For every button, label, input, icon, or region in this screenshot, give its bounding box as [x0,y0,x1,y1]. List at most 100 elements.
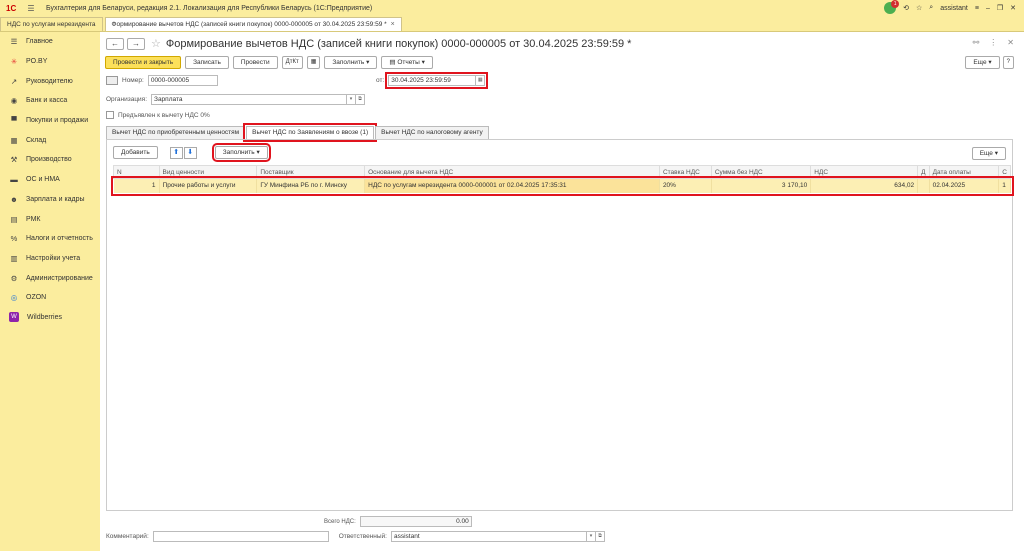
sidebar-item-ozon[interactable]: ◎ OZON [0,288,100,308]
app-logo: 1С [6,3,17,13]
favorites-icon[interactable]: ☆ [916,4,922,12]
add-button[interactable]: Добавить [113,146,158,159]
menu-icon[interactable]: ☰ [24,4,38,13]
history-icon[interactable]: ⟲ [903,4,909,12]
tab-nonresident-vat[interactable]: НДС по услугам нерезидента [0,17,103,31]
responsible-field: assistant ▾ ⧉ [390,531,605,542]
sidebar-item-production[interactable]: ⚒ Производство [0,150,100,170]
cell-rate[interactable]: 20% [659,178,712,193]
report-icon: ▤ [389,59,396,66]
dropdown-icon[interactable]: ▾ [586,531,596,542]
date-input[interactable]: 30.04.2025 23:59:59 [388,75,477,86]
sidebar-item-accounting-settings[interactable]: ▥ Настройки учета [0,249,100,269]
col-amount[interactable]: Сумма без НДС [710,165,812,179]
fill-menu-button[interactable]: Заполнить ▾ [324,56,378,69]
sidebar-item-taxes[interactable]: % Налоги и отчетность [0,229,100,249]
structure-icon[interactable]: ▦ [306,56,321,69]
more-button[interactable]: Еще ▾ [965,56,1000,69]
link-icon[interactable]: ⚯ [973,38,980,47]
col-d[interactable]: Д [917,165,930,179]
search-icon[interactable]: ⌕ [929,4,933,12]
percent-icon: % [10,234,18,244]
back-button[interactable]: ← [106,37,124,50]
title-bar: 1С ☰ Бухгалтерия для Беларуси, редакция … [0,0,1024,17]
sidebar-item-wildberries[interactable]: W Wildberries [0,308,100,328]
dt-kt-icon[interactable]: ДтКт [281,56,303,69]
notification-icon[interactable]: 1 [884,0,900,14]
col-kind[interactable]: Вид ценности [158,165,258,179]
fill-table-button[interactable]: Заполнить ▾ [211,143,271,162]
calendar-icon[interactable]: ▦ [476,75,486,86]
cell-amount[interactable]: 3 170,10 [711,178,812,193]
tab-close-icon[interactable]: × [391,18,395,31]
page-title: Формирование вычетов НДС (записей книги … [165,37,632,50]
col-supplier[interactable]: Поставщик [256,165,366,179]
user-name[interactable]: assistant [940,5,968,12]
save-button[interactable]: Записать [185,56,229,69]
restore-icon[interactable]: ❐ [997,4,1003,12]
move-down-icon[interactable]: ⬇ [183,146,197,159]
close-icon[interactable]: ✕ [1010,4,1016,12]
dropdown-icon[interactable]: ▾ [347,94,357,105]
tab-import-declarations[interactable]: Вычет НДС по Заявлениям о ввозе (1) [243,123,378,142]
minimize-icon[interactable]: – [986,5,990,12]
favorite-star-icon[interactable]: ☆ [151,37,161,50]
cell-basis[interactable]: НДС по услугам нерезидента 0000-000001 о… [364,178,660,193]
app-title: Бухгалтерия для Беларуси, редакция 2.1. … [46,5,373,12]
number-label: Номер: [122,77,144,84]
cart-icon: ▀ [11,116,17,126]
cell-n[interactable]: 1 [113,178,160,193]
close-form-icon[interactable]: ✕ [1007,38,1014,47]
table-more-button[interactable]: Еще ▾ [971,147,1006,160]
cell-c[interactable]: 1 [998,178,1011,193]
sidebar-item-poby[interactable]: ✳ PO.BY [0,52,100,72]
people-icon: ☻ [10,194,18,204]
col-c[interactable]: С [998,165,1011,179]
post-button[interactable]: Провести [232,56,278,69]
cash-register-icon: ▤ [10,214,18,224]
more-vert-icon[interactable]: ⋮ [989,38,997,47]
cell-pay-date[interactable]: 02.04.2025 [929,178,1000,193]
wildberries-icon: W [9,312,19,323]
reports-button[interactable]: ▤ Отчеты ▾ [381,56,433,69]
help-button[interactable]: ? [1002,56,1014,69]
sidebar-item-manager[interactable]: ↗ Руководителю [0,71,100,91]
sidebar-item-rmk[interactable]: ▤ РМК [0,209,100,229]
sidebar-item-warehouse[interactable]: ▦ Склад [0,130,100,150]
col-pay-date[interactable]: Дата оплаты [928,165,1000,179]
tab-tax-agent[interactable]: Вычет НДС по налоговому агенту [375,126,489,139]
forward-button[interactable]: → [127,37,145,50]
number-input[interactable]: 0000-000005 [147,75,218,86]
col-basis[interactable]: Основание для вычета НДС [364,165,660,179]
tab-acquired-values[interactable]: Вычет НДС по приобретенным ценностям [106,126,246,139]
sidebar-item-admin[interactable]: ⚙ Администрирование [0,268,100,288]
table-row[interactable]: 1 Прочие работы и услуги ГУ Минфина РБ п… [110,175,1014,196]
responsible-input[interactable]: assistant [390,531,587,542]
declarations-table: N Вид ценности Поставщик Основание для в… [110,165,1014,196]
sidebar-item-main[interactable]: ☰ Главное [0,32,100,52]
col-vat[interactable]: НДС [810,165,919,179]
col-n[interactable]: N [113,165,160,179]
document-form: ← → ☆ Формирование вычетов НДС (записей … [102,32,1022,551]
cell-kind[interactable]: Прочие работы и услуги [159,178,258,193]
cell-vat[interactable]: 634,02 [810,178,919,193]
move-up-icon[interactable]: ⬆ [169,146,183,159]
organization-input[interactable]: Зарплата [151,94,348,105]
cell-supplier[interactable]: ГУ Минфина РБ по г. Минску [256,178,366,193]
open-icon[interactable]: ⧉ [595,531,605,542]
sidebar-item-bank[interactable]: ◉ Банк и касса [0,91,100,111]
open-icon[interactable]: ⧉ [356,94,366,105]
cell-d[interactable] [917,178,930,193]
production-icon: ⚒ [10,155,18,165]
sidebar-item-purchases[interactable]: ▀ Покупки и продажи [0,111,100,131]
post-and-close-button[interactable]: Провести и закрыть [105,56,182,69]
col-rate[interactable]: Ставка НДС [658,165,712,179]
sidebar-item-assets[interactable]: ▬ ОС и НМА [0,170,100,190]
number-icon[interactable] [106,76,118,85]
comment-input[interactable] [152,531,329,542]
vat0-checkbox[interactable] [106,111,114,119]
settings-menu-icon[interactable]: ≡ [975,5,979,12]
tab-vat-deductions[interactable]: Формирование вычетов НДС (записей книги … [104,17,402,31]
ozon-icon: ◎ [10,293,18,303]
sidebar-item-salary[interactable]: ☻ Зарплата и кадры [0,190,100,210]
